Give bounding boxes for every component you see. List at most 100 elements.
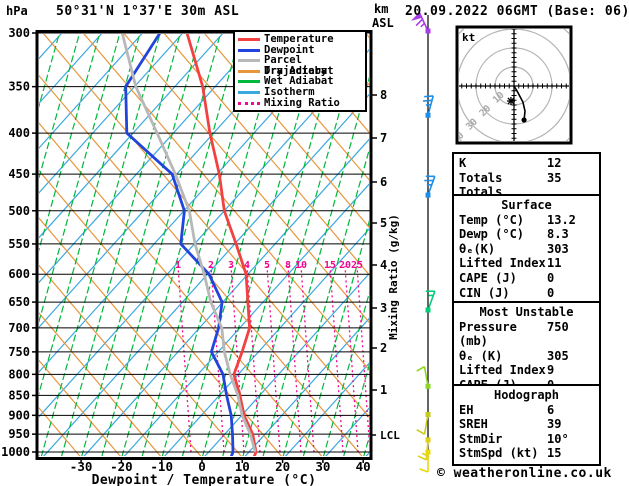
table-row: Lifted Index 9: [459, 363, 599, 378]
row-label: StmSpd (kt): [459, 446, 539, 461]
mixing-ratio-label: 25: [351, 260, 363, 271]
table-row: Lifted Index 11: [459, 256, 599, 271]
table-row: CAPE (J) 0: [459, 271, 599, 286]
km-tick-label: 8: [380, 88, 387, 102]
pressure-tick-label: 350: [8, 80, 30, 94]
km-tick-label: 2: [380, 341, 387, 355]
row-value: 10°: [547, 431, 569, 446]
wet-adiabat-line: [39, 34, 141, 396]
wind-level-marker: [425, 383, 431, 389]
temp-tick-label: -30: [70, 459, 93, 474]
row-label: θₑ(K): [459, 241, 496, 256]
table-row: K 12: [459, 156, 599, 171]
wind-level-marker: [425, 307, 431, 313]
hodograph-trace-end-dot: [521, 117, 527, 123]
legend-swatch-mixing-ratio: [238, 101, 260, 105]
temp-tick-label: 20: [275, 459, 290, 474]
mixing-ratio-label: 5: [264, 260, 270, 271]
mixing-ratio-label: 15: [324, 260, 336, 271]
x-axis-label: Dewpoint / Temperature (°C): [92, 473, 317, 486]
datetime-title: 20.09.2022 06GMT (Base: 06): [405, 4, 629, 19]
row-label: StmDir: [459, 431, 503, 446]
indices-table: K12Totals Totals35PW (cm)1.93: [452, 152, 601, 214]
legend-swatch-dry-adiabat: [238, 69, 260, 73]
row-label: SREH: [459, 417, 488, 432]
legend-swatch-wet-adiabat: [238, 80, 260, 84]
km-tick-label: 7: [380, 131, 387, 145]
pressure-tick-label: 1000: [1, 445, 30, 459]
table-row: StmDir 10°: [459, 432, 599, 447]
pressure-tick-label: 400: [8, 126, 30, 140]
row-value: 13.2: [547, 212, 576, 227]
hodograph-inner: 10203040: [459, 29, 569, 141]
wind-level-marker: [425, 192, 431, 198]
pressure-tick-label: 600: [8, 267, 30, 281]
table-row: Temp (°C) 13.2: [459, 213, 599, 228]
hodograph-unit-label: kt: [462, 31, 475, 44]
row-label: Temp (°C): [459, 212, 525, 227]
wind-level-marker: [425, 449, 431, 455]
pressure-tick-label: 700: [8, 321, 30, 335]
credit-footer: © weatheronline.co.uk: [437, 466, 612, 481]
row-value: 8.3: [547, 227, 569, 242]
row-value: 0: [547, 285, 555, 300]
legend-item: Mixing Ratio: [238, 96, 365, 109]
legend-swatch-isotherm: [238, 90, 260, 94]
wet-adiabat-line: [101, 34, 221, 456]
legend-label: Mixing Ratio: [264, 96, 340, 109]
altitude-axis: 87654321LCLMixing Ratio (g/kg): [370, 88, 400, 442]
km-tick-label: 6: [380, 175, 387, 189]
pressure-tick-label: 900: [8, 408, 30, 422]
temp-tick-label: -20: [110, 459, 133, 474]
table-row: StmSpd (kt) 15: [459, 446, 599, 461]
row-label: Lifted Index: [459, 256, 546, 271]
temp-tick-label: 0: [198, 459, 206, 474]
wind-level-marker: [425, 112, 431, 118]
pressure-tick-label: 300: [8, 26, 30, 40]
mixing-axis-label: Mixing Ratio (g/kg): [387, 214, 400, 340]
row-label: CIN (J): [459, 285, 510, 300]
wind-level-marker: [425, 437, 431, 443]
row-value: 0: [547, 270, 555, 285]
row-label: EH: [459, 402, 474, 417]
temp-tick-label: 30: [315, 459, 330, 474]
km-tick-label: 1: [380, 383, 387, 397]
row-value: 750: [547, 319, 569, 334]
surface-table: Surface Temp (°C) 13.2 Dewp (°C) 8.3 θₑ(K) 30…: [452, 194, 601, 303]
chart-legend: Temperature Dewpoint Parcel Trajectory Dry …: [233, 30, 367, 113]
hodograph-rows: EH 6 SREH 39 StmDir 10° StmSpd (kt) 15: [459, 403, 599, 461]
row-value: 6: [547, 402, 555, 417]
row-label: θₑ (K): [459, 348, 503, 363]
hodograph-table-title: Hodograph: [493, 388, 560, 402]
skewt-sounding-page: 1 2 3 4 5 8 10 15 20 25 300 350 400 450 500 550 600 650 70…: [0, 0, 629, 486]
mixing-ratio-label: 20: [339, 260, 351, 271]
mixing-ratio-label: 3: [228, 260, 234, 271]
hodograph-ring-label: 10: [491, 90, 507, 106]
row-value: 11: [547, 256, 562, 271]
wet-adiabat-line: [61, 34, 181, 456]
mixing-ratio-line: [356, 265, 369, 448]
legend-label: Temperature: [264, 33, 334, 45]
table-row: θₑ(K) 303: [459, 242, 599, 257]
pressure-unit-label: hPa: [6, 4, 28, 18]
row-value: 305: [547, 348, 569, 363]
pressure-tick-label: 950: [8, 427, 30, 441]
temperature-axis: -30 -20 -10 0 10 20 30 40 Dewpoint / Temperature…: [70, 458, 371, 486]
legend-swatch-temperature: [238, 38, 260, 41]
wind-barb: [425, 290, 436, 313]
lcl-label: LCL: [380, 429, 400, 442]
row-label: Pressure (mb): [459, 319, 517, 349]
row-value: 12: [547, 156, 562, 170]
row-label: Lifted Index: [459, 363, 546, 378]
pressure-tick-label: 800: [8, 367, 30, 381]
row-label: K: [459, 156, 467, 170]
mixing-ratio-label: 2: [208, 260, 214, 271]
hodograph: 10203040kt: [455, 25, 573, 145]
pressure-tick-label: 450: [8, 167, 30, 181]
legend-item: Temperature: [238, 34, 365, 45]
row-value: 39: [547, 417, 562, 432]
table-row: SREH 39: [459, 417, 599, 432]
legend-swatch-parcel-trajectory: [238, 59, 260, 63]
temp-tick-label: 10: [235, 459, 250, 474]
wind-barb-column: [410, 12, 436, 473]
